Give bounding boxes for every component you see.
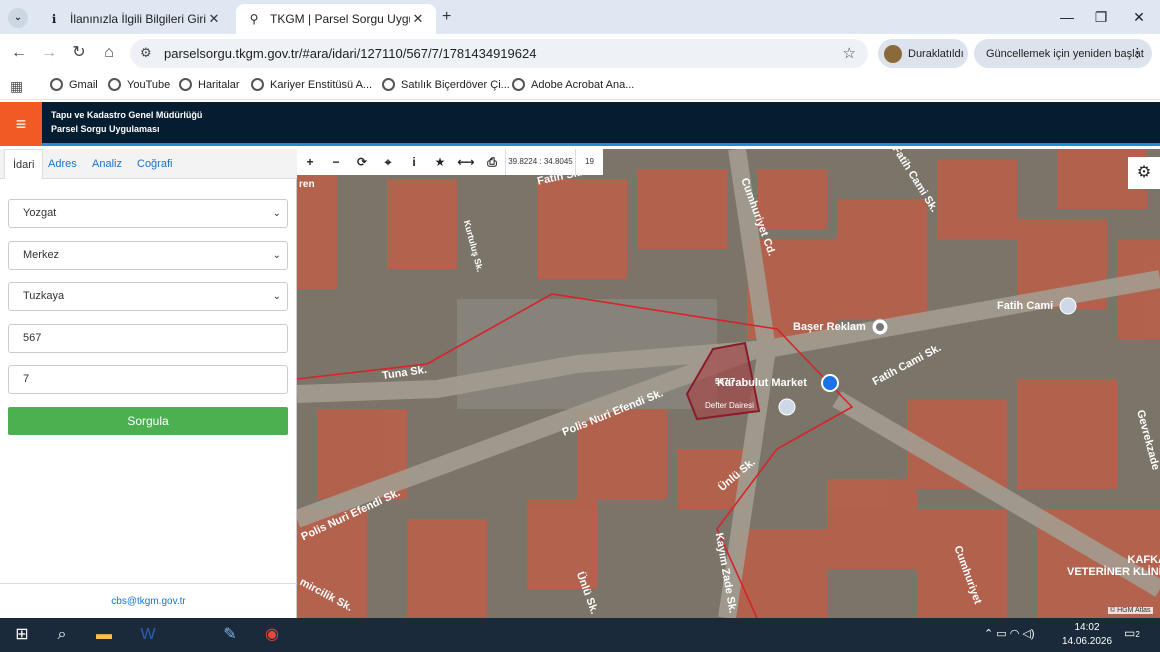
star-icon[interactable]: ★ <box>427 149 453 175</box>
back-icon[interactable]: ← <box>8 42 30 64</box>
system-clock[interactable]: 14:02 14.06.2026 <box>1060 621 1114 649</box>
app-header: ≡ Tapu ve Kadastro Genel Müdürlüğü Parse… <box>0 102 1160 146</box>
location-pin-icon: ⚲ <box>249 12 259 26</box>
home-icon[interactable]: ⌂ <box>98 42 120 64</box>
app-title: Parsel Sorgu Uygulaması <box>51 124 160 134</box>
info-icon: ℹ <box>51 12 57 26</box>
browser-toolbar: ← → ↻ ⌂ ⚙ parselsorgu.tkgm.gov.tr/#ara/i… <box>0 34 1160 72</box>
contact-email-link[interactable]: cbs@tkgm.gov.tr <box>0 583 297 618</box>
forward-icon[interactable]: → <box>38 42 60 64</box>
apps-grid-icon[interactable]: ▦ <box>10 78 23 95</box>
map-attribution: © HGM Atlas <box>1108 607 1153 614</box>
globe-icon <box>382 78 395 91</box>
org-title: Tapu ve Kadastro Genel Müdürlüğü <box>51 110 203 120</box>
paint-icon[interactable]: ✎ <box>218 623 242 647</box>
globe-icon <box>108 78 121 91</box>
globe-icon <box>50 78 63 91</box>
bookmark-maps[interactable]: Haritalar <box>179 78 240 91</box>
bookmark-satilik[interactable]: Satılık Biçerdöver Çi... <box>382 78 510 91</box>
poi-label-defter[interactable]: Defter Dairesi <box>705 401 754 410</box>
district-select[interactable]: Merkez ⌄ <box>8 241 288 270</box>
reload-icon[interactable]: ↻ <box>68 42 90 64</box>
bookmark-adobe[interactable]: Adobe Acrobat Ana... <box>512 78 634 91</box>
bookmark-star-icon[interactable]: ☆ <box>843 44 856 62</box>
restore-button[interactable]: ❐ <box>1084 4 1118 30</box>
globe-icon <box>512 78 525 91</box>
notification-icon[interactable]: ▭2 <box>1124 626 1140 640</box>
tray-icons[interactable]: ⌃ ▭ ◠ ◁) <box>984 627 1035 640</box>
panel-tabs: İdari Adres Analiz Coğrafi <box>0 149 297 179</box>
hamburger-menu-icon[interactable]: ≡ <box>0 102 42 146</box>
site-info-icon[interactable]: ⚙ <box>140 45 152 61</box>
close-window-button[interactable]: ✕ <box>1122 4 1156 30</box>
province-select[interactable]: Yozgat ⌄ <box>8 199 288 228</box>
block-input[interactable]: 567 <box>8 324 288 353</box>
print-icon[interactable]: ⎙ <box>479 149 505 175</box>
menu-dots-icon[interactable]: ⋮ <box>1131 45 1144 61</box>
search-icon[interactable]: ⌕ <box>50 623 74 647</box>
poi-label-baser-reklam[interactable]: Başer Reklam <box>793 321 866 333</box>
street-label: ren <box>299 179 315 190</box>
measure-icon[interactable]: ⟷ <box>453 149 479 175</box>
tab-cografi[interactable]: Coğrafi <box>129 149 180 179</box>
browser-tab-listing[interactable]: ℹ İlanınızla İlgili Bilgileri Girin ✕ <box>36 4 232 34</box>
windows-start-icon[interactable]: ⊞ <box>10 623 34 647</box>
chevron-down-icon: ⌄ <box>272 250 281 261</box>
tab-list-dropdown-icon[interactable]: ⌄ <box>8 8 28 28</box>
info-icon[interactable]: i <box>401 149 427 175</box>
refresh-icon[interactable]: ⟳ <box>349 149 375 175</box>
tab-idari[interactable]: İdari <box>4 149 44 179</box>
avatar <box>884 44 902 63</box>
chevron-down-icon: ⌄ <box>272 208 281 219</box>
address-bar[interactable]: ⚙ parselsorgu.tkgm.gov.tr/#ara/idari/127… <box>130 39 868 68</box>
profile-button[interactable]: Duraklatıldı <box>878 39 968 68</box>
coordinate-readout: 39.8224 : 34.8045 <box>505 149 575 175</box>
locate-icon[interactable]: ⌖ <box>375 149 401 175</box>
zoom-in-icon[interactable]: + <box>297 149 323 175</box>
globe-icon <box>179 78 192 91</box>
gear-icon[interactable]: ⚙ <box>1128 157 1160 189</box>
poi-label-kafkas[interactable]: KAFKAS VETERİNER KLİNİĞİ <box>1067 554 1160 578</box>
bookmark-youtube[interactable]: YouTube <box>108 78 170 91</box>
bookmark-kariyer[interactable]: Kariyer Enstitüsü A... <box>251 78 372 91</box>
windows-taskbar: ⊞ ⌕ ▬ W ✎ ◉ ⌃ ▭ ◠ ◁) 14:02 14.06.2026 ▭2 <box>0 618 1160 652</box>
close-tab-icon[interactable]: ✕ <box>410 11 426 27</box>
tab-adres[interactable]: Adres <box>40 149 85 179</box>
word-icon[interactable]: W <box>136 623 160 647</box>
map-toolbar: + − ⟳ ⌖ i ★ ⟷ ⎙ 39.8224 : 34.8045 19 <box>297 149 603 175</box>
poi-label-fatih-cami[interactable]: Fatih Cami <box>997 300 1053 312</box>
zoom-level: 19 <box>575 149 603 175</box>
file-explorer-icon[interactable]: ▬ <box>92 623 116 647</box>
map-canvas[interactable]: Fatih Sk. Cumhuriyet Cd. Kurtuluş Sk. Fa… <box>297 149 1160 618</box>
new-tab-button[interactable]: + <box>442 8 451 26</box>
browser-tab-strip: ⌄ ℹ İlanınızla İlgili Bilgileri Girin ✕ … <box>0 0 1160 34</box>
bookmarks-bar: ▦ Gmail YouTube Haritalar Kariyer Enstit… <box>0 72 1160 100</box>
tab-analiz[interactable]: Analiz <box>84 149 130 179</box>
neighborhood-select[interactable]: Tuzkaya ⌄ <box>8 282 288 311</box>
url-text[interactable]: parselsorgu.tkgm.gov.tr/#ara/idari/12711… <box>164 46 536 61</box>
chrome-icon[interactable]: ◉ <box>260 623 284 647</box>
minimize-button[interactable]: — <box>1050 4 1084 30</box>
close-tab-icon[interactable]: ✕ <box>206 11 222 27</box>
zoom-out-icon[interactable]: − <box>323 149 349 175</box>
bookmark-gmail[interactable]: Gmail <box>50 78 98 91</box>
update-button[interactable]: Güncellemek için yeniden başlat ⋮ <box>974 39 1152 68</box>
parcel-label: 567/7 <box>715 377 736 386</box>
parcel-input[interactable]: 7 <box>8 365 288 394</box>
chevron-down-icon: ⌄ <box>272 291 281 302</box>
query-button[interactable]: Sorgula <box>8 407 288 435</box>
browser-tab-tkgm[interactable]: ⚲ TKGM | Parsel Sorgu Uygulaması ✕ <box>236 4 436 34</box>
query-panel: İdari Adres Analiz Coğrafi Yozgat ⌄ Merke… <box>0 149 297 618</box>
globe-icon <box>251 78 264 91</box>
